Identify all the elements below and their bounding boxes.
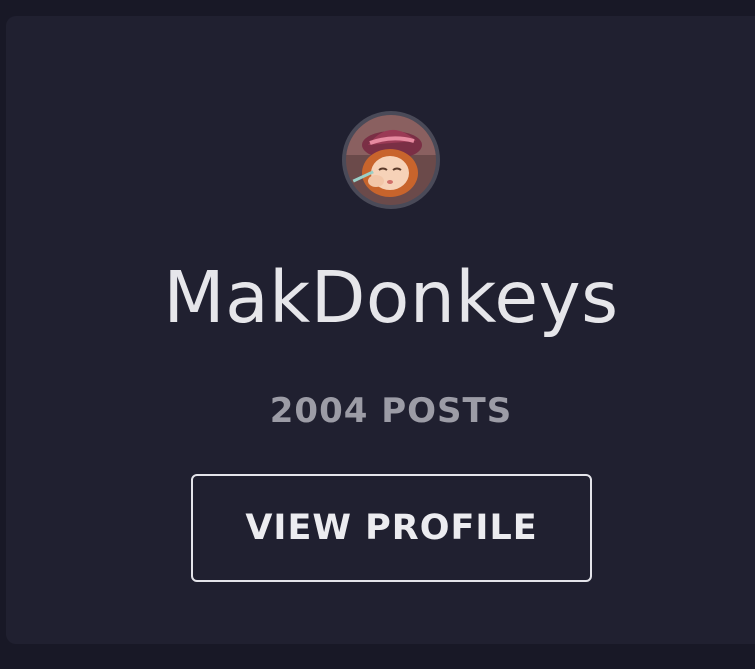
username: MakDonkeys <box>163 256 619 339</box>
post-count: 2004 POSTS <box>269 391 513 431</box>
avatar-anime-character-icon <box>346 115 436 205</box>
profile-card: MakDonkeys 2004 POSTS VIEW PROFILE <box>6 16 755 644</box>
view-profile-button[interactable]: VIEW PROFILE <box>191 474 592 582</box>
avatar[interactable] <box>342 111 440 209</box>
